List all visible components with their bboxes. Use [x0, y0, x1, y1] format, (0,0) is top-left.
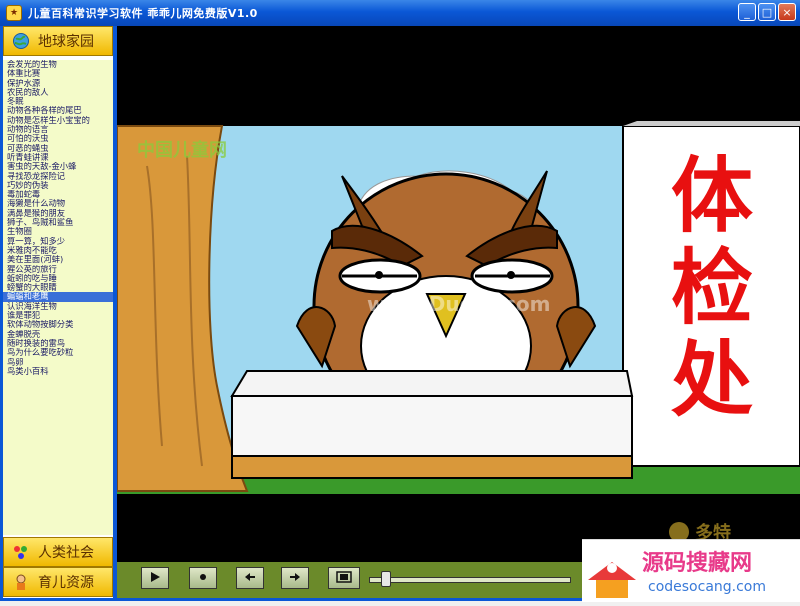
play-button[interactable]	[141, 567, 169, 589]
topic-list-item[interactable]: 美在里面(河蚌)	[3, 255, 113, 264]
topic-list-item[interactable]: 农民的敌人	[3, 88, 113, 97]
topic-list-item[interactable]: 寻找恐龙探险记	[3, 172, 113, 181]
play-icon	[149, 571, 161, 586]
category-earth-home-button[interactable]: 地球家园	[3, 26, 113, 56]
back-icon	[244, 571, 256, 586]
topic-list-item[interactable]: 随时换装的雷鸟	[3, 339, 113, 348]
progress-slider-thumb[interactable]	[381, 571, 391, 587]
progress-slider[interactable]	[369, 577, 571, 583]
sign-char-3: 处	[671, 333, 753, 428]
topic-list[interactable]: 会发光的生物 体重比赛 保护水源 农民的敌人 冬眠 动物各种各样的尾巴 动物是怎样生小宝宝的…	[3, 60, 113, 535]
topic-list-item[interactable]: 蚯蚓的吃与睡	[3, 274, 113, 283]
topic-list-item[interactable]: 认识海洋生物	[3, 302, 113, 311]
category-label: 育儿资源	[38, 575, 94, 591]
sign-char-2: 检	[671, 241, 753, 336]
maximize-button[interactable]: □	[758, 3, 776, 21]
topic-list-item[interactable]: 鸟为什么要吃砂粒	[3, 348, 113, 357]
animation-stage: 体 检 处 中国儿童网 www.Duote.com 多特	[117, 26, 800, 562]
category-parenting-resources-button[interactable]: 育儿资源	[3, 567, 113, 597]
topic-list-item[interactable]: 可怕的沃虫	[3, 134, 113, 143]
topic-list-item[interactable]: 生物圈	[3, 227, 113, 236]
forward-icon	[289, 571, 301, 586]
title-bar: ★ 儿童百科常识学习软件 乖乖儿网免费版V1.0 _ □ ×	[0, 0, 800, 26]
category-label: 人类社会	[38, 545, 94, 561]
topic-list-item[interactable]: 鸟卵	[3, 358, 113, 367]
topic-list-item[interactable]: 巧妙的伪装	[3, 181, 113, 190]
category-human-society-button[interactable]: 人类社会	[3, 537, 113, 567]
topic-list-item[interactable]: 海獭是什么动物	[3, 199, 113, 208]
topic-list-item[interactable]: 满鼻是猴的朋友	[3, 209, 113, 218]
topic-list-item[interactable]: 会发光的生物	[3, 60, 113, 69]
topic-list-item[interactable]: 金蝉脱壳	[3, 330, 113, 339]
ad-url: codesocang.com	[648, 579, 766, 595]
minimize-button[interactable]: _	[738, 3, 756, 21]
topic-list-item[interactable]: 动物是怎样生小宝宝的	[3, 116, 113, 125]
topic-list-item[interactable]: 猩公英的旅行	[3, 265, 113, 274]
watermark-banner: 源码搜藏网 codesocang.com	[582, 539, 800, 602]
category-label: 地球家园	[38, 34, 94, 50]
china-child-logo: 中国儿童网	[137, 139, 227, 161]
sidebar: 地球家园 会发光的生物 体重比赛 保护水源 农民的敌人 冬眠 动物各种各样的尾巴 动物是怎样…	[3, 26, 113, 598]
topic-list-item[interactable]: 体重比赛	[3, 69, 113, 78]
topic-list-item[interactable]: 动物各种各样的尾巴	[3, 106, 113, 115]
topic-list-item[interactable]: 保护水源	[3, 79, 113, 88]
topic-list-item[interactable]: 米雅肉不能吃	[3, 246, 113, 255]
stop-button[interactable]	[189, 567, 217, 589]
topic-list-item[interactable]: 狮子、鸟贼和鲨鱼	[3, 218, 113, 227]
owl-watermark: www.Duote.com	[367, 292, 551, 316]
topic-list-item[interactable]: 听青蛙讲课	[3, 153, 113, 162]
people-icon	[12, 543, 30, 561]
globe-icon	[12, 32, 30, 50]
topic-list-item[interactable]: 鸟类小百科	[3, 367, 113, 376]
topic-list-item[interactable]: 算一算，知多少	[3, 237, 113, 246]
app-icon: ★	[6, 5, 22, 21]
topic-list-item[interactable]: 动物的语言	[3, 125, 113, 134]
topic-list-item[interactable]: 毒加蛇毒	[3, 190, 113, 199]
forward-button[interactable]	[281, 567, 309, 589]
topic-list-item[interactable]: 螃蟹的大眼睛	[3, 283, 113, 292]
child-icon	[12, 573, 30, 591]
back-button[interactable]	[236, 567, 264, 589]
fullscreen-button[interactable]	[328, 567, 360, 589]
owl-scene: 体 检 处 中国儿童网 www.Duote.com 多特	[117, 26, 800, 562]
ad-title: 源码搜藏网	[642, 551, 752, 576]
window-title: 儿童百科常识学习软件 乖乖儿网免费版V1.0	[28, 7, 258, 20]
window-controls: _ □ ×	[738, 3, 796, 21]
topic-list-item[interactable]: 害虫的天敌-金小蜂	[3, 162, 113, 171]
topic-list-item[interactable]: 蝙蝠和老鹰	[3, 292, 113, 302]
topic-list-item[interactable]: 冬眠	[3, 97, 113, 106]
sign-char-1: 体	[671, 149, 753, 244]
close-button[interactable]: ×	[778, 3, 796, 21]
stop-icon	[197, 571, 209, 586]
topic-list-item[interactable]: 谁是罪犯	[3, 311, 113, 320]
fullscreen-icon	[336, 570, 352, 586]
site-logo: 源码搜藏网 codesocang.com	[588, 551, 766, 598]
topic-list-item[interactable]: 可恶的蝇虫	[3, 144, 113, 153]
topic-list-item[interactable]: 软体动物按脚分类	[3, 320, 113, 329]
